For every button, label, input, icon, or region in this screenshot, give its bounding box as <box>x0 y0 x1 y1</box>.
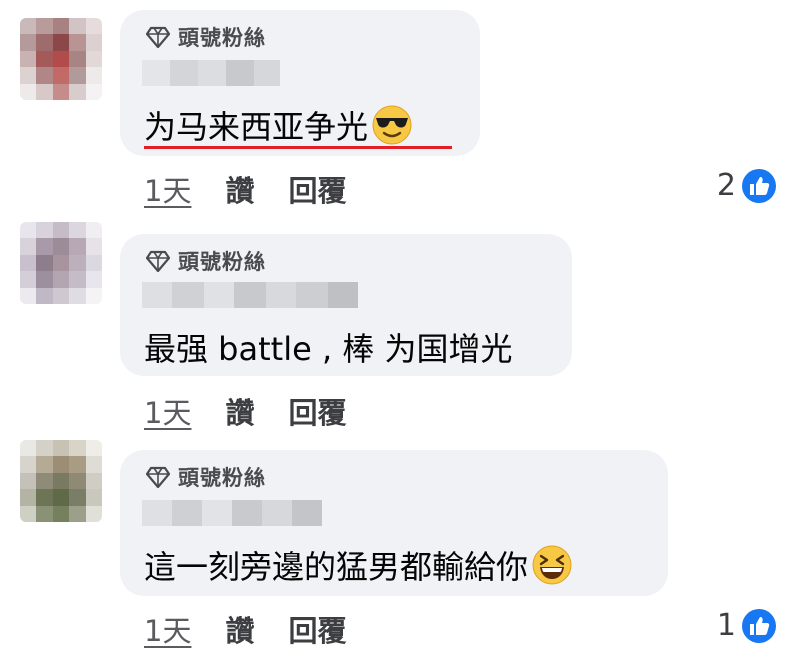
badge-label: 頭號粉絲 <box>178 466 266 490</box>
reaction-count: 2 <box>716 168 736 203</box>
thumbs-up-icon <box>742 608 776 643</box>
top-fan-badge: 頭號粉絲 <box>146 248 266 274</box>
diamond-icon <box>146 466 170 488</box>
reply-button[interactable]: 回覆 <box>288 390 346 432</box>
avatar[interactable] <box>20 18 102 100</box>
reaction-summary[interactable]: 2 <box>717 168 776 203</box>
commenter-name-redacted[interactable] <box>142 60 280 86</box>
avatar[interactable] <box>20 222 102 304</box>
like-button[interactable]: 讚 <box>225 390 254 432</box>
comment-timestamp[interactable]: 1天 <box>144 168 191 210</box>
comment-bubble: 頭號粉絲 最强 battle , 棒 为国增光 <box>120 234 572 376</box>
reply-button[interactable]: 回覆 <box>288 608 346 650</box>
diamond-icon <box>146 26 170 48</box>
commenter-name-redacted[interactable] <box>142 500 322 526</box>
badge-label: 頭號粉絲 <box>178 26 266 50</box>
thumbs-up-icon <box>742 168 776 203</box>
comment-actions: 1天 讚 回覆 <box>144 390 346 432</box>
top-fan-badge: 頭號粉絲 <box>146 24 266 50</box>
commenter-name-redacted[interactable] <box>142 282 358 308</box>
top-fan-badge: 頭號粉絲 <box>146 464 266 490</box>
comment-bubble: 頭號粉絲 为马来西亚争光 <box>120 10 480 156</box>
comment-bubble: 頭號粉絲 這一刻旁邊的猛男都輸給你 <box>120 450 668 596</box>
comment-text: 最强 battle , 棒 为国增光 <box>144 330 513 368</box>
reaction-summary[interactable]: 1 <box>717 608 776 643</box>
diamond-icon <box>146 250 170 272</box>
reply-button[interactable]: 回覆 <box>288 168 346 210</box>
grinning-squinting-face-icon <box>532 545 572 593</box>
badge-label: 頭號粉絲 <box>178 250 266 274</box>
like-button[interactable]: 讚 <box>225 168 254 210</box>
comment-actions: 1天 讚 回覆 <box>144 608 346 650</box>
red-underline <box>144 146 452 149</box>
comment-timestamp[interactable]: 1天 <box>144 608 191 650</box>
avatar[interactable] <box>20 440 102 522</box>
like-button[interactable]: 讚 <box>225 608 254 650</box>
reaction-count: 1 <box>716 608 736 643</box>
comment-text: 這一刻旁邊的猛男都輸給你 <box>144 542 572 593</box>
comment-actions: 1天 讚 回覆 <box>144 168 346 210</box>
comment-timestamp[interactable]: 1天 <box>144 390 191 432</box>
